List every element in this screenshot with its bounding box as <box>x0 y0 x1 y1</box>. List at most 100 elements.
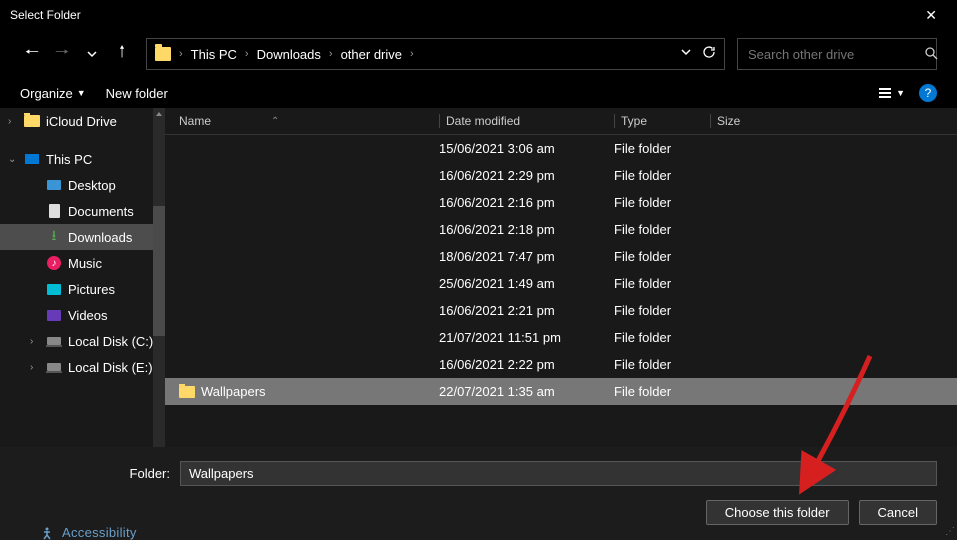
chevron-icon[interactable]: › <box>8 116 18 127</box>
search-icon[interactable] <box>924 46 938 63</box>
nav-tree: › iCloud Drive ⌄This PC Desktop Documents ⭳ Do… <box>0 108 165 447</box>
row-date: 22/07/2021 1:35 am <box>439 384 614 399</box>
recent-dropdown[interactable] <box>80 42 104 66</box>
row-type: File folder <box>614 195 710 210</box>
tree-item-label: Desktop <box>68 178 116 193</box>
help-button[interactable]: ? <box>919 84 937 102</box>
folder-name-input[interactable] <box>180 461 937 486</box>
row-date: 18/06/2021 7:47 pm <box>439 249 614 264</box>
file-row[interactable]: 16/06/2021 2:22 pmFile folder <box>165 351 957 378</box>
tree-item-documents[interactable]: Documents <box>0 198 165 224</box>
titlebar: Select Folder ✕ <box>0 0 957 30</box>
rows-container: 15/06/2021 3:06 amFile folder16/06/2021 … <box>165 135 957 447</box>
chevron-icon[interactable]: › <box>30 336 40 347</box>
refresh-button[interactable] <box>702 45 716 64</box>
window-title: Select Folder <box>10 8 81 22</box>
tree-item-icloud-drive[interactable]: › iCloud Drive <box>0 108 165 134</box>
pc-icon <box>24 151 40 167</box>
file-row[interactable]: 25/06/2021 1:49 amFile folder <box>165 270 957 297</box>
column-type: Type <box>614 114 710 128</box>
tree-item-pictures[interactable]: Pictures <box>0 276 165 302</box>
file-row[interactable]: 16/06/2021 2:21 pmFile folder <box>165 297 957 324</box>
row-type: File folder <box>614 249 710 264</box>
tree-item-videos[interactable]: Videos <box>0 302 165 328</box>
file-row[interactable]: 16/06/2021 2:16 pmFile folder <box>165 189 957 216</box>
desktop-icon <box>46 177 62 193</box>
dialog-footer: Folder: Choose this folder Cancel <box>0 447 957 539</box>
tree-item-local-disk-e-[interactable]: › Local Disk (E:) <box>0 354 165 380</box>
file-list: Name ⌃ Date modified Type Size 15/06/202… <box>165 108 957 447</box>
row-date: 16/06/2021 2:16 pm <box>439 195 614 210</box>
breadcrumb-sep: › <box>410 48 414 60</box>
disk-icon <box>46 359 62 375</box>
breadcrumb-sep: › <box>329 48 333 60</box>
tree-item-label: Documents <box>68 204 134 219</box>
view-options-button[interactable]: ▼ <box>877 85 905 101</box>
tree-item-downloads[interactable]: ⭳ Downloads <box>0 224 165 250</box>
column-name: Name ⌃ <box>179 114 439 128</box>
history-dropdown[interactable] <box>680 45 692 63</box>
tree-item-label: iCloud Drive <box>46 114 117 129</box>
row-date: 16/06/2021 2:29 pm <box>439 168 614 183</box>
folder-label: Folder: <box>20 466 170 481</box>
sidebar-scrollbar[interactable] <box>153 108 165 447</box>
cancel-button[interactable]: Cancel <box>859 500 937 525</box>
file-row[interactable]: Wallpapers 22/07/2021 1:35 amFile folder <box>165 378 957 405</box>
row-type: File folder <box>614 303 710 318</box>
tree-item-label: Pictures <box>68 282 115 297</box>
breadcrumb-sep: › <box>245 48 249 60</box>
row-type: File folder <box>614 222 710 237</box>
forward-button[interactable]: 🠒 <box>50 42 74 66</box>
organize-button[interactable]: Organize ▼ <box>20 86 86 101</box>
file-row[interactable]: 16/06/2021 2:29 pmFile folder <box>165 162 957 189</box>
download-icon: ⭳ <box>46 229 62 245</box>
cloud-icon <box>24 113 40 129</box>
row-type: File folder <box>614 141 710 156</box>
tree-item-label: Downloads <box>68 230 132 245</box>
file-row[interactable]: 16/06/2021 2:18 pmFile folder <box>165 216 957 243</box>
row-name-text: Wallpapers <box>201 384 266 399</box>
breadcrumb-item[interactable]: other drive <box>341 47 402 62</box>
up-button[interactable]: 🠑 <box>110 42 134 66</box>
file-row[interactable]: 21/07/2021 11:51 pmFile folder <box>165 324 957 351</box>
tree-item-label: Local Disk (E:) <box>68 360 153 375</box>
folder-icon <box>155 46 171 62</box>
search-input[interactable] <box>748 47 924 62</box>
folder-icon <box>179 386 195 398</box>
tree-item-label: Local Disk (C:) <box>68 334 153 349</box>
new-folder-button[interactable]: New folder <box>106 86 168 101</box>
search-box[interactable] <box>737 38 937 70</box>
row-date: 16/06/2021 2:18 pm <box>439 222 614 237</box>
breadcrumb[interactable]: › This PC › Downloads › other drive › <box>146 38 725 70</box>
tree-item-desktop[interactable]: Desktop <box>0 172 165 198</box>
close-button[interactable]: ✕ <box>915 3 947 28</box>
row-date: 16/06/2021 2:21 pm <box>439 303 614 318</box>
chevron-icon[interactable]: ⌄ <box>8 154 18 165</box>
file-row[interactable]: 15/06/2021 3:06 amFile folder <box>165 135 957 162</box>
row-date: 16/06/2021 2:22 pm <box>439 357 614 372</box>
tree-item-music[interactable]: ♪Music <box>0 250 165 276</box>
row-type: File folder <box>614 357 710 372</box>
breadcrumb-item[interactable]: Downloads <box>257 47 321 62</box>
row-type: File folder <box>614 168 710 183</box>
row-type: File folder <box>614 330 710 345</box>
disk-icon <box>46 333 62 349</box>
breadcrumb-item[interactable]: This PC <box>191 47 237 62</box>
main-pane: › iCloud Drive ⌄This PC Desktop Documents ⭳ Do… <box>0 108 957 447</box>
tree-item-label: Music <box>68 256 102 271</box>
column-headers[interactable]: Name ⌃ Date modified Type Size <box>165 108 957 135</box>
select-folder-dialog: Select Folder ✕ 🠐 🠒 🠑 › This PC › Downlo… <box>0 0 957 539</box>
file-row[interactable]: 18/06/2021 7:47 pmFile folder <box>165 243 957 270</box>
row-date: 25/06/2021 1:49 am <box>439 276 614 291</box>
videos-icon <box>46 307 62 323</box>
tree-item-this-pc[interactable]: ⌄This PC <box>0 146 165 172</box>
resize-grip[interactable]: ⋰ <box>945 526 955 537</box>
background-app-stub: Accessibility <box>40 525 137 540</box>
toolbar: Organize ▼ New folder ▼ ? <box>0 78 957 108</box>
tree-item-local-disk-c-[interactable]: › Local Disk (C:) <box>0 328 165 354</box>
choose-folder-button[interactable]: Choose this folder <box>706 500 849 525</box>
row-type: File folder <box>614 384 710 399</box>
chevron-icon[interactable]: › <box>30 362 40 373</box>
back-button[interactable]: 🠐 <box>20 42 44 66</box>
pictures-icon <box>46 281 62 297</box>
